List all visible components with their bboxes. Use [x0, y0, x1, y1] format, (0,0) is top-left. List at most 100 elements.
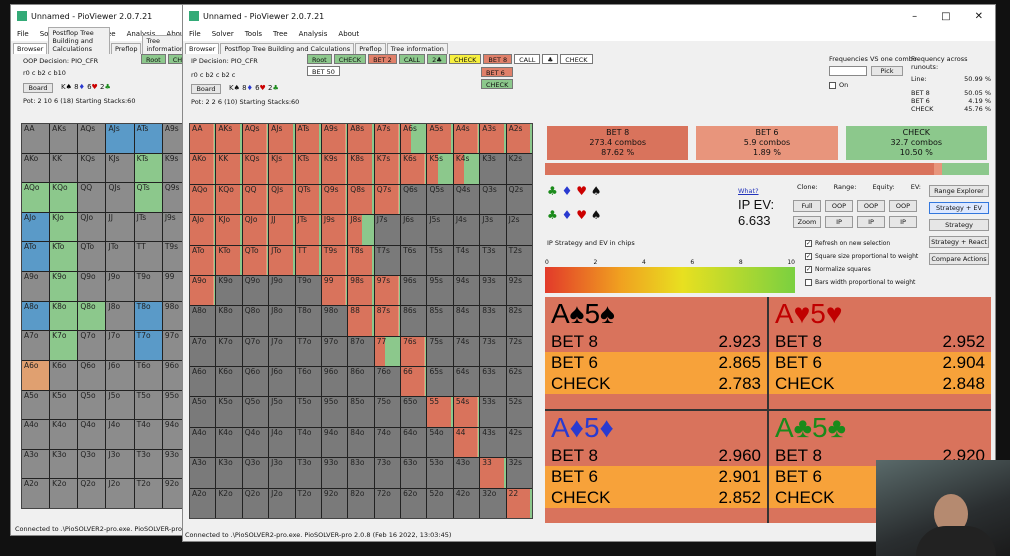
line-node[interactable]: CHECK — [560, 54, 593, 64]
what-link[interactable]: What? — [738, 187, 759, 195]
hand-cell[interactable]: 43o — [453, 458, 480, 488]
hand-cell[interactable]: KTs — [134, 153, 162, 183]
hand-cell[interactable]: 85s — [427, 306, 453, 336]
hand-cell[interactable]: 53o — [427, 458, 453, 488]
hand-cell[interactable]: QJs — [269, 184, 295, 215]
hand-cell[interactable]: K5o — [216, 397, 242, 427]
hand-cell[interactable]: T2s — [506, 245, 532, 275]
close-icon[interactable]: ✕ — [975, 11, 983, 22]
hand-cell[interactable]: 98s — [348, 275, 374, 306]
clone-button-oop[interactable]: OOP — [825, 200, 853, 212]
hand-cell[interactable]: K3o — [50, 449, 78, 479]
hand-cell[interactable]: J2s — [506, 215, 532, 245]
pick-button[interactable]: Pick — [871, 66, 903, 76]
action-bet-8[interactable]: BET 8 273.4 combos 87.62 % — [547, 126, 689, 160]
hand-cell[interactable]: AKs — [50, 124, 78, 153]
hand-cell[interactable]: 54s — [453, 397, 480, 427]
hand-cell[interactable]: KJs — [106, 153, 134, 183]
menu-item-tree[interactable]: Tree — [273, 30, 288, 38]
hand-cell[interactable]: A9o — [22, 272, 50, 301]
tab-postflop-tree-building-and-calculations[interactable]: Postflop Tree Building and Calculations — [48, 27, 110, 54]
hand-cell[interactable]: Q3s — [480, 184, 506, 215]
hand-cell[interactable]: T3o — [134, 449, 162, 479]
hand-cell[interactable]: J6o — [106, 360, 134, 390]
hand-cell[interactable]: 74o — [374, 427, 401, 458]
option-check-row[interactable]: Bars width proportional to weight — [805, 276, 918, 289]
hand-cell[interactable]: T5s — [427, 245, 453, 275]
hand-cell[interactable]: ATs — [295, 124, 321, 154]
hand-cell[interactable]: 82s — [506, 306, 532, 336]
hand-cell[interactable]: TT — [134, 242, 162, 272]
hand-cell[interactable]: K2s — [506, 154, 532, 184]
hand-cell[interactable]: J6s — [401, 215, 427, 245]
hand-cell[interactable]: K6s — [401, 154, 427, 184]
hand-cell[interactable]: J5o — [106, 390, 134, 420]
hand-cell[interactable]: J2o — [269, 488, 295, 518]
hand-cell[interactable]: 76o — [374, 367, 401, 397]
hand-cell[interactable]: Q4o — [78, 420, 106, 449]
hand-cell[interactable]: A5o — [22, 390, 50, 420]
hand-cell[interactable]: ATo — [190, 245, 216, 275]
hand-cell[interactable]: 62o — [401, 488, 427, 518]
hand-cell[interactable]: 98o — [321, 306, 348, 336]
front-board-button[interactable]: Board — [191, 84, 221, 94]
hand-cell[interactable]: Q8o — [242, 306, 269, 336]
hand-cell[interactable]: J9o — [269, 275, 295, 306]
hand-cell[interactable]: A7s — [374, 124, 401, 154]
hand-cell[interactable]: 43s — [480, 427, 506, 458]
hand-cell[interactable]: 93s — [480, 275, 506, 306]
hand-cell[interactable]: 92o — [321, 488, 348, 518]
hand-cell[interactable]: KJs — [269, 154, 295, 184]
hand-cell[interactable]: J3o — [269, 458, 295, 488]
hand-cell[interactable]: QQ — [78, 183, 106, 212]
hand-cell[interactable]: J9s — [321, 215, 348, 245]
suit-filters[interactable]: ♣ ♦ ♥ ♠ ♣ ♦ ♥ ♠ — [547, 183, 602, 223]
maximize-icon[interactable]: □ — [941, 11, 950, 22]
hand-cell[interactable]: 86s — [401, 306, 427, 336]
hand-cell[interactable]: AQo — [190, 184, 216, 215]
view-button-compare-actions[interactable]: Compare Actions — [929, 253, 989, 265]
hand-cell[interactable]: J6o — [269, 367, 295, 397]
hand-cell[interactable]: 33 — [480, 458, 506, 488]
hand-cell[interactable]: 92s — [506, 275, 532, 306]
option-check-row[interactable]: ✓ Refresh on new selection — [805, 237, 918, 250]
hand-cell[interactable]: QTs — [295, 184, 321, 215]
hand-cell[interactable]: 64s — [453, 367, 480, 397]
hand-cell[interactable]: KK — [50, 153, 78, 183]
hand-cell[interactable]: KTo — [216, 245, 242, 275]
line-sub-node[interactable]: CHECK — [481, 79, 514, 89]
hand-cell[interactable]: 96s — [401, 275, 427, 306]
combo-panel[interactable]: A♥5♥ BET 8 2.952 BET 6 2.904 CHECK 2.848 — [769, 297, 991, 409]
hand-cell[interactable]: AKs — [216, 124, 242, 154]
hand-cell[interactable]: 99 — [321, 275, 348, 306]
hand-cell[interactable]: A2s — [506, 124, 532, 154]
hand-cell[interactable]: AJo — [22, 212, 50, 242]
combo-panel[interactable]: A♦5♦ BET 8 2.960 BET 6 2.901 CHECK 2.852 — [545, 411, 767, 523]
hand-cell[interactable]: K6o — [50, 360, 78, 390]
hand-cell[interactable]: JTo — [106, 242, 134, 272]
hand-cell[interactable]: 53s — [480, 397, 506, 427]
clone-button-ip[interactable]: IP — [889, 216, 917, 228]
hand-cell[interactable]: K4o — [216, 427, 242, 458]
hand-cell[interactable]: AJs — [106, 124, 134, 153]
hand-cell[interactable]: Q9o — [242, 275, 269, 306]
hand-cell[interactable]: T8o — [134, 301, 162, 331]
hand-cell[interactable]: T6o — [134, 360, 162, 390]
hand-cell[interactable]: QJo — [242, 215, 269, 245]
menu-item-tools[interactable]: Tools — [245, 30, 262, 38]
hand-cell[interactable]: KJo — [50, 212, 78, 242]
hand-cell[interactable]: J3o — [106, 449, 134, 479]
line-node[interactable]: BET 8 — [483, 54, 513, 64]
hand-cell[interactable]: 86o — [348, 367, 374, 397]
combo-panel[interactable]: A♠5♠ BET 8 2.923 BET 6 2.865 CHECK 2.783 — [545, 297, 767, 409]
hand-cell[interactable]: K3s — [480, 154, 506, 184]
hand-cell[interactable]: A3o — [22, 449, 50, 479]
hand-cell[interactable]: K9o — [216, 275, 242, 306]
clone-button-oop[interactable]: OOP — [889, 200, 917, 212]
hand-cell[interactable]: QQ — [242, 184, 269, 215]
option-checkbox[interactable]: ✓ — [805, 253, 812, 260]
hand-cell[interactable]: K5o — [50, 390, 78, 420]
hand-cell[interactable]: AA — [22, 124, 50, 153]
hand-cell[interactable]: J4o — [269, 427, 295, 458]
hand-cell[interactable]: Q5o — [242, 397, 269, 427]
